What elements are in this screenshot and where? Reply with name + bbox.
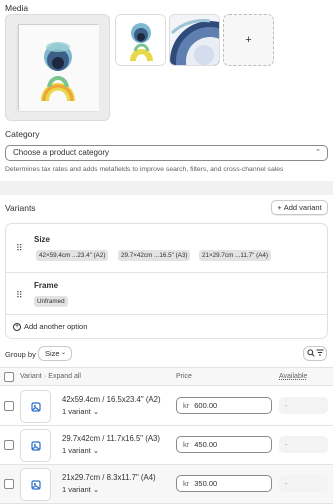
divider <box>6 314 327 315</box>
select-all-checkbox[interactable] <box>4 372 14 382</box>
filter-icon <box>316 349 324 358</box>
option-frame[interactable]: ⠿ Frame Unframed <box>6 273 327 314</box>
available-input: - <box>279 397 328 414</box>
option-value-pill: 29.7×42cm ...16.5" (A3) <box>118 250 191 261</box>
framed-print-image <box>18 24 99 111</box>
col-variant: Variant <box>20 373 42 380</box>
category-help-text: Determines tax rates and adds metafields… <box>5 166 284 173</box>
image-add-icon <box>30 401 41 412</box>
col-available: Available <box>279 373 308 380</box>
image-add-icon <box>30 479 41 490</box>
currency-label: kr <box>183 401 190 410</box>
plus-circle-icon: + <box>13 322 21 331</box>
media-thumbnail-2[interactable] <box>169 14 220 66</box>
table-row[interactable]: 21x29.7cm / 8.3x11.7" (A4) 1 variant ⌄ k… <box>0 465 333 504</box>
currency-label: kr <box>183 440 190 449</box>
table-row[interactable]: 42x59.4cm / 16.5x23.4" (A2) 1 variant ⌄ … <box>0 387 333 426</box>
price-input[interactable]: kr 600.00 <box>176 397 272 414</box>
drag-handle-icon[interactable]: ⠿ <box>16 290 23 301</box>
group-by-label: Group by <box>5 350 36 359</box>
price-value: 350.00 <box>194 479 218 488</box>
add-option-label: Add another option <box>24 322 88 331</box>
variant-name[interactable]: 29.7x42cm / 11.7x16.5" (A3) <box>62 434 160 443</box>
variant-count[interactable]: 1 variant ⌄ <box>62 446 99 455</box>
variant-name[interactable]: 21x29.7cm / 8.3x11.7" (A4) <box>62 473 156 482</box>
expand-all-link[interactable]: · Expand all <box>44 373 81 380</box>
search-filter-button[interactable] <box>303 346 327 361</box>
add-variant-label: Add variant <box>283 203 322 212</box>
option-size[interactable]: ⠿ Size 42×59.4cm ...23.4" (A2) 29.7×42cm… <box>6 224 327 272</box>
variant-count[interactable]: 1 variant ⌄ <box>62 407 99 416</box>
currency-label: kr <box>183 479 190 488</box>
available-input: - <box>279 475 328 492</box>
row-checkbox[interactable] <box>4 440 14 450</box>
option-value-pill: 21×29.7cm ...11.7" (A4) <box>199 250 271 261</box>
row-checkbox[interactable] <box>4 401 14 411</box>
group-by-select[interactable]: Size ⌄ <box>38 346 72 361</box>
add-media-button[interactable]: + <box>223 14 274 66</box>
price-value: 450.00 <box>194 440 218 449</box>
group-by-value: Size <box>45 349 60 358</box>
select-chevron-icon: ⌃ <box>315 149 321 156</box>
variant-image-placeholder[interactable] <box>20 429 51 462</box>
image-add-icon <box>30 440 41 451</box>
variants-table-header: Variant · Expand all Price Available <box>0 367 333 386</box>
row-checkbox[interactable] <box>4 479 14 489</box>
variant-count[interactable]: 1 variant ⌄ <box>62 485 99 494</box>
media-title: Media <box>5 3 29 13</box>
media-card: Media + Category Choose a product catego… <box>0 0 333 181</box>
variant-image-placeholder[interactable] <box>20 390 51 423</box>
chevron-down-icon: ⌄ <box>60 350 66 356</box>
variants-title: Variants <box>5 203 36 213</box>
category-placeholder: Choose a product category <box>13 148 110 157</box>
category-title: Category <box>5 129 40 139</box>
price-value: 600.00 <box>194 401 218 410</box>
variant-image-placeholder[interactable] <box>20 468 51 501</box>
plus-icon: + <box>277 203 282 212</box>
drag-handle-icon[interactable]: ⠿ <box>16 243 23 254</box>
add-variant-button[interactable]: + Add variant <box>271 200 328 215</box>
media-thumbnail-1[interactable] <box>115 14 166 66</box>
price-input[interactable]: kr 350.00 <box>176 475 272 492</box>
plus-icon: + <box>245 34 252 46</box>
col-price: Price <box>176 373 192 380</box>
option-name: Size <box>34 235 51 244</box>
media-main-image[interactable] <box>5 14 110 121</box>
available-input: - <box>279 436 328 453</box>
option-name: Frame <box>34 281 59 290</box>
category-select[interactable]: Choose a product category ⌃ <box>5 145 328 161</box>
table-row[interactable]: 29.7x42cm / 11.7x16.5" (A3) 1 variant ⌄ … <box>0 426 333 465</box>
price-input[interactable]: kr 450.00 <box>176 436 272 453</box>
option-value-pill: Unframed <box>34 296 68 307</box>
variant-options-box: ⠿ Size 42×59.4cm ...23.4" (A2) 29.7×42cm… <box>5 223 328 339</box>
search-icon <box>306 348 315 359</box>
option-value-pill: 42×59.4cm ...23.4" (A2) <box>36 250 109 261</box>
add-another-option-button[interactable]: + Add another option <box>13 322 87 331</box>
variant-name[interactable]: 42x59.4cm / 16.5x23.4" (A2) <box>62 395 161 404</box>
